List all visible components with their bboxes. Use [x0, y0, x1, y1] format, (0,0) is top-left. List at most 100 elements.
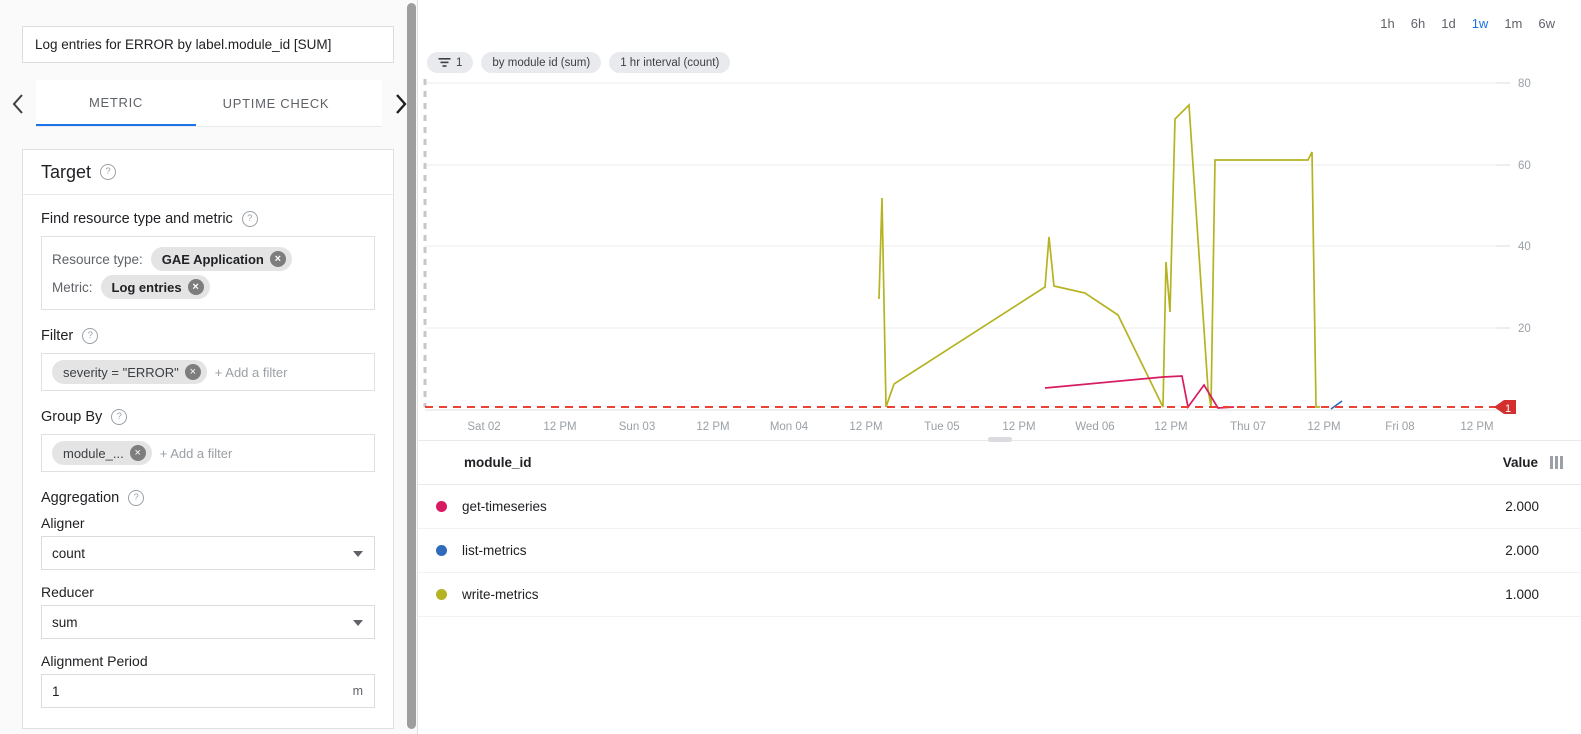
chart-svg: 80 60 40 20 1 — [418, 74, 1581, 438]
alignment-period-value: 1 — [52, 684, 60, 699]
group-by-remove-icon[interactable]: × — [130, 445, 146, 461]
table-row[interactable]: get-timeseries 2.000 — [418, 485, 1581, 529]
filter-label: Filter — [41, 328, 73, 344]
target-help-icon[interactable]: ? — [100, 164, 116, 180]
time-range-1w[interactable]: 1w — [1464, 16, 1497, 31]
tab-metric[interactable]: METRIC — [36, 80, 196, 127]
target-card-body: Find resource type and metric ? Resource… — [23, 195, 393, 728]
group-by-input-box[interactable]: module_... × + Add a filter — [41, 434, 375, 472]
filter-chip-label: severity = "ERROR" — [63, 365, 179, 380]
aggregation-label: Aggregation — [41, 490, 119, 506]
time-range-1m[interactable]: 1m — [1496, 16, 1530, 31]
metric-row: Metric: Log entries × — [52, 273, 364, 301]
aggregation-help-icon[interactable]: ? — [128, 490, 144, 506]
legend-row-name: write-metrics — [462, 587, 1505, 602]
table-row[interactable]: list-metrics 2.000 — [418, 529, 1581, 573]
chevron-down-icon — [353, 551, 363, 557]
interval-chip-display-label: 1 hr interval (count) — [620, 57, 719, 69]
group-by-chip[interactable]: module_... × — [52, 441, 152, 465]
find-resource-help-icon[interactable]: ? — [242, 211, 258, 227]
interval-chip-display[interactable]: 1 hr interval (count) — [609, 52, 730, 73]
series-write-metrics — [879, 105, 1320, 407]
x-tick-11: 12 PM — [1307, 421, 1340, 433]
legend-drag-handle[interactable] — [988, 437, 1012, 442]
chart-y-tick-marks — [1496, 83, 1510, 328]
time-range-1d[interactable]: 1d — [1433, 16, 1463, 31]
group-by-chip-label: module_... — [63, 446, 124, 461]
filter-add-placeholder[interactable]: + Add a filter — [215, 365, 288, 380]
chart-x-axis-labels: Sat 02 12 PM Sun 03 12 PM Mon 04 12 PM T… — [467, 421, 1493, 433]
filter-icon — [438, 57, 451, 68]
y-tick-40: 40 — [1518, 241, 1531, 253]
left-config-panel: Log entries for ERROR by label.module_id… — [0, 0, 418, 734]
group-by-chip-display[interactable]: by module id (sum) — [481, 52, 601, 73]
series-get-timeseries — [1045, 376, 1234, 408]
table-row[interactable]: write-metrics 1.000 — [418, 573, 1581, 617]
chart-title-input[interactable]: Log entries for ERROR by label.module_id… — [22, 26, 394, 63]
tab-metric-label: METRIC — [89, 95, 143, 110]
metric-label: Metric: — [52, 280, 93, 295]
chevron-down-icon — [353, 620, 363, 626]
find-resource-label-row: Find resource type and metric ? — [41, 211, 375, 227]
tabs-prev-arrow[interactable] — [0, 80, 36, 127]
legend-row-name: get-timeseries — [462, 499, 1505, 514]
tab-uptime-check-label: UPTIME CHECK — [223, 96, 330, 111]
y-tick-80: 80 — [1518, 78, 1531, 90]
resource-type-label: Resource type: — [52, 252, 143, 267]
threshold-marker[interactable]: 1 — [1494, 400, 1516, 415]
filter-count-chip[interactable]: 1 — [427, 52, 473, 73]
x-tick-0: Sat 02 — [467, 421, 500, 433]
series-color-dot — [436, 501, 447, 512]
resource-type-row: Resource type: GAE Application × — [52, 245, 364, 273]
time-range-6h[interactable]: 6h — [1403, 16, 1433, 31]
legend-row-value: 2.000 — [1505, 499, 1539, 514]
time-range-6w[interactable]: 6w — [1530, 16, 1563, 31]
legend-header-row: module_id Value — [418, 441, 1581, 485]
filter-help-icon[interactable]: ? — [82, 328, 98, 344]
chart-panel: 1h 6h 1d 1w 1m 6w 1 by module id (sum) 1… — [418, 0, 1581, 734]
group-by-label: Group By — [41, 409, 102, 425]
filter-remove-icon[interactable]: × — [185, 364, 201, 380]
columns-icon[interactable] — [1550, 456, 1563, 469]
timeseries-chart[interactable]: 80 60 40 20 1 — [418, 74, 1581, 438]
y-tick-20: 20 — [1518, 323, 1531, 335]
resource-type-remove-icon[interactable]: × — [270, 251, 286, 267]
x-tick-2: Sun 03 — [619, 421, 655, 433]
aligner-value: count — [52, 546, 85, 561]
legend-row-value: 1.000 — [1505, 587, 1539, 602]
left-panel-scrollbar[interactable] — [407, 3, 416, 729]
tab-strip: METRIC UPTIME CHECK — [36, 80, 382, 127]
y-tick-60: 60 — [1518, 160, 1531, 172]
legend-row-value: 2.000 — [1505, 543, 1539, 558]
reducer-select[interactable]: sum — [41, 605, 375, 639]
chart-title-value: Log entries for ERROR by label.module_id… — [35, 37, 331, 52]
aligner-label: Aligner — [41, 515, 375, 531]
filter-input-box[interactable]: severity = "ERROR" × + Add a filter — [41, 353, 375, 391]
group-by-add-placeholder[interactable]: + Add a filter — [160, 446, 233, 461]
filter-chip[interactable]: severity = "ERROR" × — [52, 360, 207, 384]
resource-type-chip[interactable]: GAE Application × — [151, 247, 292, 271]
legend-col-value[interactable]: Value — [1503, 455, 1538, 470]
group-by-help-icon[interactable]: ? — [111, 409, 127, 425]
legend-col-module-id[interactable]: module_id — [464, 455, 1503, 470]
alignment-period-unit: m — [353, 684, 363, 698]
chart-gridlines — [425, 83, 1508, 328]
time-range-1h[interactable]: 1h — [1372, 16, 1402, 31]
group-by-chip-display-label: by module id (sum) — [492, 57, 590, 69]
x-tick-5: 12 PM — [849, 421, 882, 433]
metric-chip[interactable]: Log entries × — [101, 275, 210, 299]
chevron-right-icon — [394, 93, 407, 115]
legend-row-name: list-metrics — [462, 543, 1505, 558]
resource-type-chip-label: GAE Application — [162, 252, 264, 267]
alignment-period-input[interactable]: 1 m — [41, 674, 375, 708]
x-tick-7: 12 PM — [1002, 421, 1035, 433]
metric-remove-icon[interactable]: × — [188, 279, 204, 295]
series-color-dot — [436, 545, 447, 556]
group-by-label-row: Group By ? — [41, 409, 375, 425]
metric-chip-label: Log entries — [112, 280, 182, 295]
target-card-header: Target ? — [23, 150, 393, 195]
series-color-dot — [436, 589, 447, 600]
aligner-select[interactable]: count — [41, 536, 375, 570]
tab-uptime-check[interactable]: UPTIME CHECK — [196, 80, 356, 127]
x-tick-1: 12 PM — [543, 421, 576, 433]
